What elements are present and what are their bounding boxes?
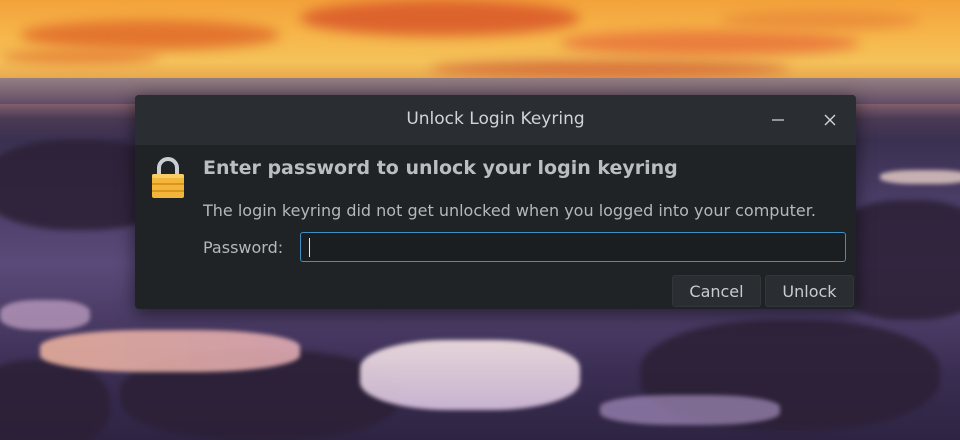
wallpaper-puddle bbox=[40, 330, 300, 372]
dialog-heading: Enter password to unlock your login keyr… bbox=[203, 157, 678, 179]
text-caret bbox=[309, 238, 310, 257]
wallpaper-puddle bbox=[360, 340, 580, 410]
cancel-button[interactable]: Cancel bbox=[672, 275, 761, 307]
minimize-button[interactable] bbox=[765, 107, 791, 133]
dialog-titlebar[interactable]: Unlock Login Keyring bbox=[135, 95, 856, 145]
unlock-keyring-dialog: Unlock Login Keyring Enter password to u… bbox=[135, 95, 856, 309]
close-button[interactable] bbox=[817, 107, 843, 133]
wallpaper-puddle bbox=[0, 300, 90, 330]
password-label: Password: bbox=[203, 238, 284, 257]
wallpaper-puddle bbox=[600, 395, 780, 425]
wallpaper-rock bbox=[0, 360, 110, 440]
close-icon bbox=[824, 114, 836, 126]
wallpaper-cloud bbox=[430, 60, 790, 78]
unlock-button[interactable]: Unlock bbox=[765, 275, 854, 307]
minimize-icon bbox=[772, 119, 784, 121]
wallpaper-cloud bbox=[300, 0, 580, 36]
wallpaper-puddle bbox=[880, 170, 960, 184]
wallpaper-cloud bbox=[720, 10, 920, 30]
wallpaper-cloud bbox=[0, 50, 160, 64]
wallpaper-cloud bbox=[20, 20, 280, 50]
password-input[interactable] bbox=[300, 232, 846, 262]
dialog-title: Unlock Login Keyring bbox=[406, 109, 585, 129]
dialog-description: The login keyring did not get unlocked w… bbox=[203, 201, 816, 220]
wallpaper-cloud bbox=[560, 30, 860, 56]
lock-icon bbox=[152, 157, 184, 198]
